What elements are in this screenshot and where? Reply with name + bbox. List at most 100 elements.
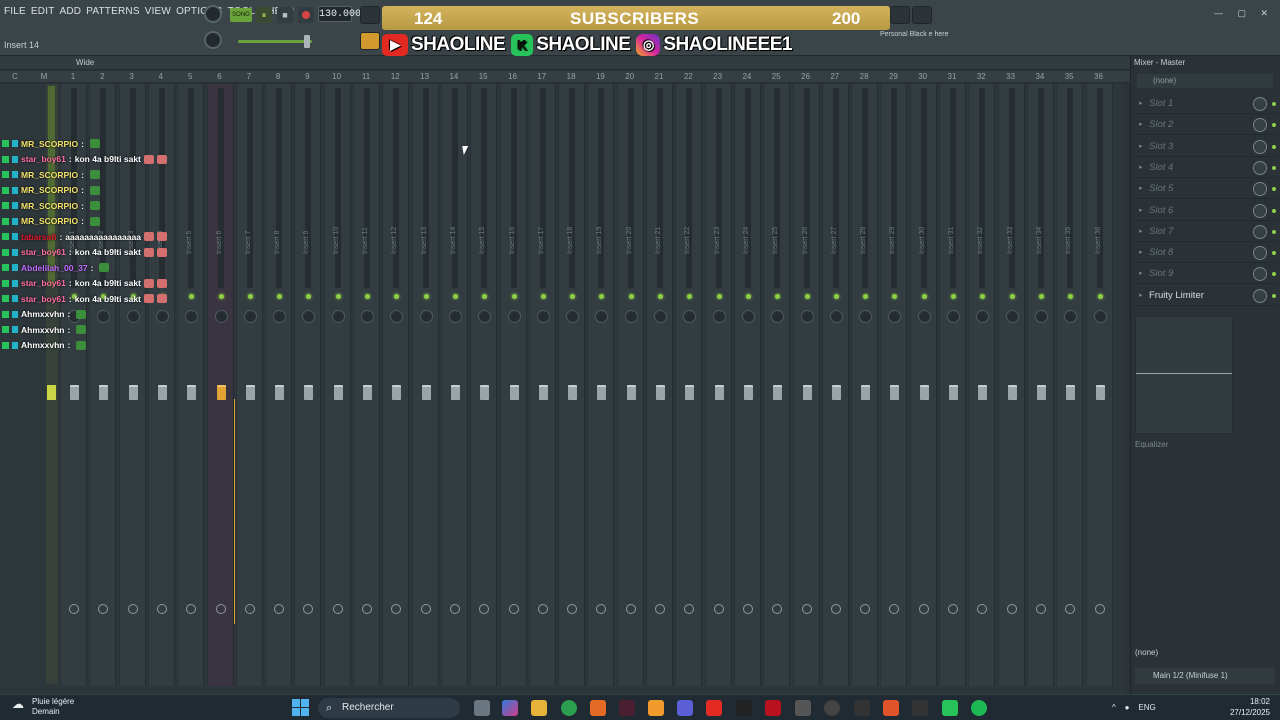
track-enable-led[interactable] [745, 294, 751, 299]
route-button[interactable] [69, 604, 79, 614]
route-button[interactable] [537, 604, 548, 614]
insert-track[interactable]: Insert 11 [353, 84, 380, 686]
file-explorer-icon[interactable] [531, 700, 547, 716]
tempo-display[interactable]: 130.000 [318, 6, 361, 22]
browser-button[interactable] [360, 32, 380, 50]
pan-knob[interactable] [624, 310, 638, 323]
app-icon-a[interactable] [590, 700, 606, 716]
volume-fader[interactable] [333, 385, 343, 400]
effect-slot[interactable]: ▸ Slot 6 [1135, 201, 1277, 221]
track-enable-led[interactable] [863, 294, 869, 299]
main-volume-knob[interactable] [204, 5, 222, 23]
volume-fader[interactable] [187, 385, 197, 400]
chrome-icon[interactable] [561, 700, 577, 716]
route-button[interactable] [362, 604, 372, 614]
effect-slot[interactable]: ▸ Slot 1 [1135, 94, 1277, 114]
input-selector[interactable]: (none) [1137, 74, 1273, 88]
route-button[interactable] [479, 604, 490, 614]
app-icon-c[interactable] [765, 700, 781, 716]
slot-enable-led[interactable] [1272, 229, 1276, 234]
insert-track[interactable]: Insert 13 [411, 84, 439, 686]
mixer-view-mode[interactable]: Wide [76, 58, 94, 67]
pan-knob[interactable] [712, 310, 726, 323]
insert-track[interactable]: Insert 36 [1085, 84, 1113, 686]
volume-fader[interactable] [861, 385, 871, 400]
volume-fader[interactable] [70, 385, 79, 400]
route-button[interactable] [508, 604, 519, 614]
slot-enable-led[interactable] [1272, 123, 1276, 128]
volume-fader[interactable] [1036, 385, 1046, 400]
route-button[interactable] [449, 604, 460, 614]
slot-mix-knob[interactable] [1253, 224, 1267, 239]
slot-enable-led[interactable] [1272, 272, 1276, 277]
system-clock[interactable]: 18:02 27/12/2025 [1226, 696, 1270, 718]
system-tray[interactable]: ^ ● ENG [1112, 695, 1156, 720]
pan-knob[interactable] [947, 310, 960, 323]
insert-track[interactable]: Insert 33 [997, 84, 1025, 686]
volume-fader[interactable] [480, 385, 490, 400]
pan-knob[interactable] [536, 310, 550, 323]
track-enable-led[interactable] [599, 294, 605, 299]
teams-icon[interactable] [677, 700, 693, 716]
track-enable-led[interactable] [277, 294, 283, 299]
pan-knob[interactable] [800, 310, 814, 323]
volume-fader[interactable] [538, 385, 548, 400]
track-enable-led[interactable] [921, 294, 927, 299]
track-enable-led[interactable] [980, 294, 986, 299]
volume-fader[interactable] [450, 385, 460, 400]
volume-fader[interactable] [99, 385, 109, 400]
pan-knob[interactable] [507, 310, 521, 323]
track-enable-led[interactable] [247, 294, 253, 299]
insert-track[interactable]: Insert 15 [470, 84, 498, 686]
effect-slot-fruity-limiter[interactable]: ▸ Fruity Limiter [1135, 286, 1277, 306]
play-pause-button[interactable]: ⏸ [256, 7, 272, 23]
pan-knob[interactable] [683, 310, 697, 323]
pan-knob[interactable] [361, 310, 374, 323]
chat-icon[interactable] [912, 6, 932, 24]
taskbar-search[interactable]: ⌕ Rechercher [318, 698, 460, 718]
track-enable-led[interactable] [306, 294, 312, 299]
master-fader[interactable] [47, 385, 56, 400]
route-button[interactable] [1035, 604, 1046, 614]
route-button[interactable] [801, 604, 812, 614]
slot-enable-led[interactable] [1272, 251, 1276, 256]
app-icon-h[interactable] [942, 700, 958, 716]
slot-enable-led[interactable] [1272, 144, 1276, 149]
insert-track[interactable]: Insert 7 [235, 84, 263, 686]
track-enable-led[interactable] [716, 294, 722, 299]
track-enable-led[interactable] [833, 294, 839, 299]
pan-knob[interactable] [448, 310, 462, 323]
route-button[interactable] [713, 604, 724, 614]
route-button[interactable] [830, 604, 841, 614]
pan-knob[interactable] [478, 310, 492, 323]
route-button[interactable] [303, 604, 314, 614]
pan-knob[interactable] [976, 310, 990, 323]
app-icon-e[interactable] [824, 700, 840, 716]
effect-slot[interactable]: ▸ Slot 2 [1135, 115, 1277, 136]
fl-studio-icon[interactable] [648, 700, 664, 716]
track-enable-led[interactable] [1038, 294, 1044, 299]
track-enable-led[interactable] [335, 294, 341, 299]
pan-knob[interactable] [302, 310, 316, 323]
route-button[interactable] [98, 604, 109, 614]
song-mode-button[interactable]: SONG [230, 8, 252, 22]
volume-fader[interactable] [1066, 385, 1076, 400]
track-enable-led[interactable] [1009, 294, 1015, 299]
volume-fader[interactable] [216, 385, 226, 400]
route-button[interactable] [391, 604, 402, 614]
microphone-icon[interactable]: ● [1125, 703, 1130, 712]
pan-knob[interactable] [1005, 310, 1019, 323]
track-enable-led[interactable] [540, 294, 546, 299]
insert-track[interactable]: Insert 20 [616, 84, 644, 686]
volume-fader[interactable] [275, 385, 285, 400]
route-button[interactable] [625, 604, 636, 614]
volume-fader[interactable] [831, 385, 841, 400]
track-enable-led[interactable] [775, 294, 781, 299]
slot-mix-knob[interactable] [1253, 118, 1267, 133]
pan-knob[interactable] [214, 310, 228, 323]
track-enable-led[interactable] [482, 294, 488, 299]
track-enable-led[interactable] [394, 294, 400, 299]
volume-fader[interactable] [714, 385, 724, 400]
route-button[interactable] [742, 604, 753, 614]
track-enable-led[interactable] [423, 294, 429, 299]
